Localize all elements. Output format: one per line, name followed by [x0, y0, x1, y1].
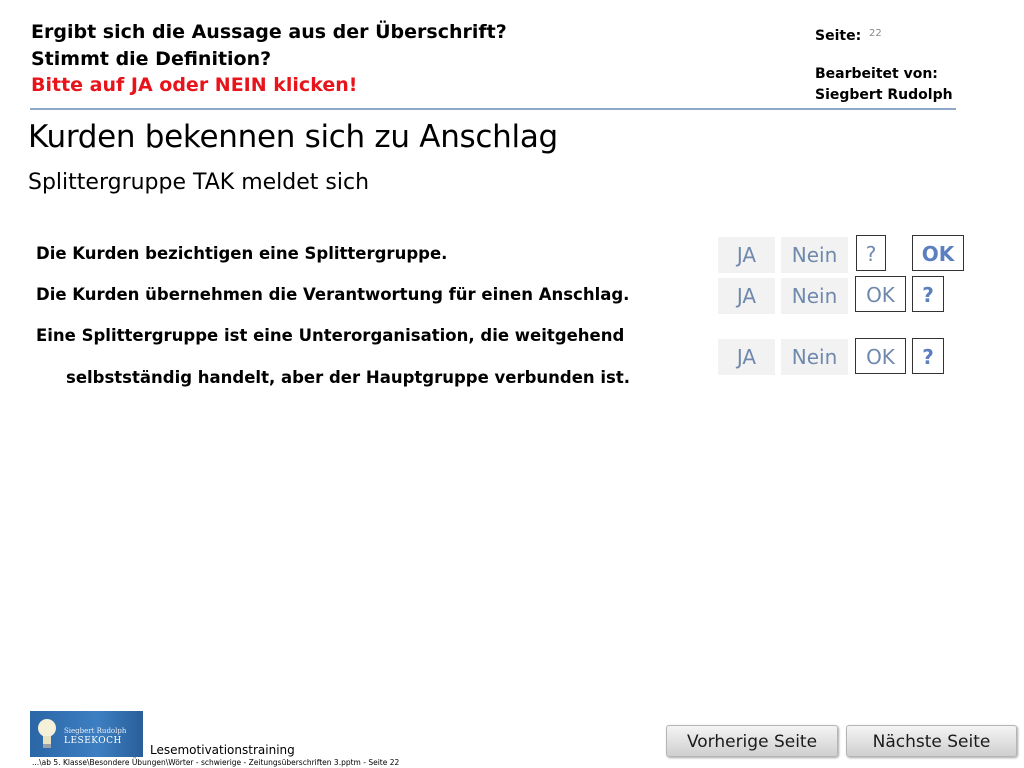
- page-label: Seite:: [815, 28, 862, 44]
- edited-by-label: Bearbeitet von:: [815, 66, 938, 82]
- row1-no-button[interactable]: Nein: [781, 237, 848, 273]
- instruction-line-1: Ergibt sich die Aussage aus der Überschr…: [31, 21, 507, 43]
- row3-no-button[interactable]: Nein: [781, 339, 848, 375]
- row3-yes-button[interactable]: JA: [718, 339, 775, 375]
- page-subtitle: Splittergruppe TAK meldet sich: [28, 170, 370, 195]
- row1-yes-button[interactable]: JA: [718, 237, 775, 273]
- instruction-line-2: Stimmt die Definition?: [31, 48, 272, 70]
- footer-brand: Lesemotivationstraining: [150, 743, 295, 757]
- lightbulb-icon: [38, 719, 56, 748]
- row3-ok-button[interactable]: OK: [855, 338, 906, 374]
- row3-help-button[interactable]: ?: [912, 338, 944, 374]
- editor-name: Siegbert Rudolph: [815, 87, 953, 103]
- statement-2: Die Kurden übernehmen die Verantwortung …: [36, 285, 630, 304]
- next-page-button[interactable]: Nächste Seite: [846, 725, 1017, 757]
- row2-ok-button[interactable]: OK: [855, 276, 906, 312]
- page-number: 22: [869, 28, 882, 39]
- row2-help-button[interactable]: ?: [912, 276, 944, 312]
- statement-1: Die Kurden bezichtigen eine Splittergrup…: [36, 244, 448, 263]
- statement-3-line-1: Eine Splittergruppe ist eine Unterorgani…: [36, 326, 625, 345]
- logo-author: Siegbert Rudolph: [64, 727, 127, 735]
- page-title: Kurden bekennen sich zu Anschlag: [28, 119, 558, 155]
- row2-no-button[interactable]: Nein: [781, 278, 848, 314]
- header-divider: [30, 108, 956, 110]
- lesekoch-logo: Siegbert Rudolph LESEKOCH: [30, 711, 143, 757]
- statement-3-line-2: selbstständig handelt, aber der Hauptgru…: [66, 368, 631, 387]
- row2-yes-button[interactable]: JA: [718, 278, 775, 314]
- row1-ok-button[interactable]: OK: [912, 235, 964, 271]
- row1-help-button[interactable]: ?: [856, 235, 886, 271]
- instruction-line-3: Bitte auf JA oder NEIN klicken!: [31, 74, 358, 96]
- footer-file-path: ...\ab 5. Klasse\Besondere Übungen\Wörte…: [32, 758, 400, 767]
- previous-page-button[interactable]: Vorherige Seite: [666, 725, 838, 757]
- logo-brand: LESEKOCH: [64, 736, 122, 746]
